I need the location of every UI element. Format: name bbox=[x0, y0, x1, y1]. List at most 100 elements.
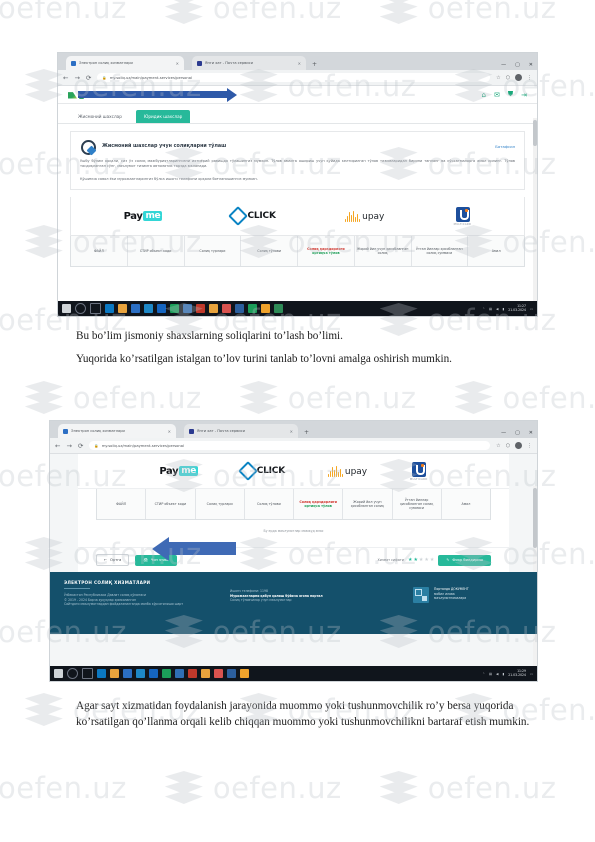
click-logo[interactable]: CLICK bbox=[228, 206, 276, 227]
taskbar-app-icon[interactable] bbox=[227, 669, 236, 678]
close-icon[interactable]: ✕ bbox=[290, 429, 293, 434]
star-icon[interactable]: ★ bbox=[419, 557, 423, 563]
shield-icon[interactable]: ⛊ bbox=[508, 90, 513, 99]
kebab-menu-icon[interactable]: ⋮ bbox=[527, 443, 532, 449]
back-button[interactable]: ← Ортга bbox=[96, 554, 130, 566]
network-icon[interactable]: ▤ bbox=[489, 672, 492, 676]
taskbar-app-icon[interactable] bbox=[162, 669, 171, 678]
arrow-left-icon[interactable]: ← bbox=[63, 74, 68, 82]
new-tab-button[interactable]: + bbox=[312, 61, 317, 68]
home-icon[interactable]: ⌂ bbox=[482, 91, 486, 99]
arrow-right-icon[interactable]: → bbox=[74, 74, 79, 82]
kebab-menu-icon[interactable]: ⋮ bbox=[527, 75, 532, 81]
star-icon[interactable]: ★ bbox=[413, 557, 417, 563]
browser-tab[interactable]: Янги хат - Почта сервиси ✕ bbox=[184, 424, 298, 438]
bookmark-star-icon[interactable]: ☆ bbox=[496, 443, 500, 449]
upay-logo[interactable]: upay bbox=[345, 210, 384, 222]
reload-icon[interactable]: ⟳ bbox=[78, 442, 83, 450]
taskbar-app-icon[interactable] bbox=[105, 304, 114, 313]
search-icon[interactable] bbox=[67, 668, 78, 679]
taskbar-clock[interactable]: 11:29 21.03.2024 bbox=[508, 670, 526, 677]
url-input[interactable]: 🔒 my.soliq.uz/main/payment-services/pers… bbox=[97, 73, 491, 82]
maximize-icon[interactable]: ▢ bbox=[515, 430, 520, 436]
taskbar-app-icon[interactable] bbox=[196, 304, 205, 313]
search-icon[interactable] bbox=[75, 303, 86, 314]
feedback-button[interactable]: ✎ Фикр билдириш bbox=[438, 554, 491, 566]
tab-individuals[interactable]: Жисмоний шахслар bbox=[70, 110, 130, 123]
new-tab-button[interactable]: + bbox=[304, 429, 309, 436]
account-icon[interactable] bbox=[515, 74, 522, 81]
reload-icon[interactable]: ⟳ bbox=[86, 74, 91, 82]
close-window-icon[interactable]: ✕ bbox=[529, 430, 533, 436]
close-window-icon[interactable]: ✕ bbox=[529, 62, 533, 68]
chevron-up-icon[interactable]: ⌃ bbox=[482, 307, 485, 311]
tab-legal-entities[interactable]: Юридик шахслар bbox=[135, 110, 191, 123]
browser-tab[interactable]: Электрон солиқ хизматлари ✕ bbox=[66, 56, 184, 70]
payme-logo[interactable]: Pay me bbox=[124, 211, 163, 222]
taskbar-app-icon[interactable] bbox=[274, 304, 283, 313]
taskbar-app-icon[interactable] bbox=[240, 669, 249, 678]
taskbar-app-icon[interactable] bbox=[188, 669, 197, 678]
taskbar-app-icon[interactable] bbox=[222, 304, 231, 313]
battery-icon[interactable]: ▮ bbox=[503, 672, 505, 676]
taskbar-app-icon[interactable] bbox=[175, 669, 184, 678]
taskbar-app-icon[interactable] bbox=[209, 304, 218, 313]
taskbar-app-icon[interactable] bbox=[136, 669, 145, 678]
taskbar-app-icon[interactable] bbox=[261, 304, 270, 313]
taskbar-app-icon[interactable] bbox=[110, 669, 119, 678]
volume-icon[interactable]: ◀ bbox=[496, 672, 498, 676]
click-logo[interactable]: CLICK bbox=[237, 461, 285, 481]
uzcard-logo[interactable]: MULTICARD bbox=[454, 206, 472, 226]
rating-stars[interactable]: ★ ★ ★ ★ ★ bbox=[408, 557, 434, 563]
notification-icon[interactable]: ▭ bbox=[530, 672, 533, 676]
close-icon[interactable]: ✕ bbox=[298, 61, 301, 66]
taskbar-clock[interactable]: 11:27 21.03.2024 bbox=[508, 305, 526, 312]
exit-icon[interactable]: ⇥ bbox=[521, 91, 527, 99]
arrow-right-icon[interactable]: → bbox=[66, 442, 71, 450]
chevron-up-icon[interactable]: ⌃ bbox=[482, 672, 485, 676]
maximize-icon[interactable]: ▢ bbox=[515, 62, 520, 68]
taskbar-app-icon[interactable] bbox=[118, 304, 127, 313]
volume-icon[interactable]: ◀ bbox=[496, 307, 498, 311]
browser-tab[interactable]: Электрон солиқ хизматлари ✕ bbox=[58, 424, 176, 438]
mail-icon[interactable]: ✉ bbox=[494, 91, 500, 99]
star-icon[interactable]: ★ bbox=[408, 557, 412, 563]
notification-icon[interactable]: ▭ bbox=[530, 307, 533, 311]
footer-link[interactable]: Солиқ тўловчилар учун маълумотлар bbox=[230, 598, 397, 603]
taskbar-app-icon[interactable] bbox=[214, 669, 223, 678]
battery-icon[interactable]: ▮ bbox=[503, 307, 505, 311]
taskbar-app-icon[interactable] bbox=[149, 669, 158, 678]
taskbar-app-icon[interactable] bbox=[201, 669, 210, 678]
star-icon[interactable]: ★ bbox=[430, 557, 434, 563]
account-icon[interactable] bbox=[515, 442, 522, 449]
taskbar-app-icon[interactable] bbox=[123, 669, 132, 678]
browser-tab[interactable]: Янги хат - Почта сервиси ✕ bbox=[192, 56, 306, 70]
star-icon[interactable]: ★ bbox=[424, 557, 428, 563]
url-input[interactable]: 🔒 my.soliq.uz/main/payment-services/pers… bbox=[89, 441, 491, 450]
bookmark-star-icon[interactable]: ☆ bbox=[496, 75, 500, 81]
task-view-icon[interactable] bbox=[90, 303, 101, 314]
minimize-icon[interactable]: — bbox=[501, 430, 506, 436]
extensions-icon[interactable]: ⬡ bbox=[506, 443, 510, 449]
upay-logo[interactable]: upay bbox=[327, 465, 367, 477]
taskbar-app-icon[interactable] bbox=[131, 304, 140, 313]
minimize-icon[interactable]: — bbox=[501, 62, 506, 68]
taskbar-app-icon[interactable] bbox=[183, 304, 192, 313]
taskbar-app-icon[interactable] bbox=[144, 304, 153, 313]
taskbar-app-icon[interactable] bbox=[170, 304, 179, 313]
arrow-left-icon[interactable]: ← bbox=[55, 442, 60, 450]
windows-start-icon[interactable] bbox=[54, 669, 63, 678]
taskbar-app-icon[interactable] bbox=[248, 304, 257, 313]
taskbar-app-icon[interactable] bbox=[97, 669, 106, 678]
network-icon[interactable]: ▤ bbox=[489, 307, 492, 311]
page-scrollbar[interactable] bbox=[533, 118, 537, 316]
extensions-icon[interactable]: ⬡ bbox=[506, 75, 510, 81]
payme-logo[interactable]: Pay me bbox=[159, 466, 198, 477]
taskbar-app-icon[interactable] bbox=[235, 304, 244, 313]
close-icon[interactable]: ✕ bbox=[176, 61, 179, 66]
task-view-icon[interactable] bbox=[82, 668, 93, 679]
windows-start-icon[interactable] bbox=[62, 304, 71, 313]
close-icon[interactable]: ✕ bbox=[168, 429, 171, 434]
details-link[interactable]: Батафсил bbox=[495, 144, 515, 149]
taskbar-app-icon[interactable] bbox=[157, 304, 166, 313]
